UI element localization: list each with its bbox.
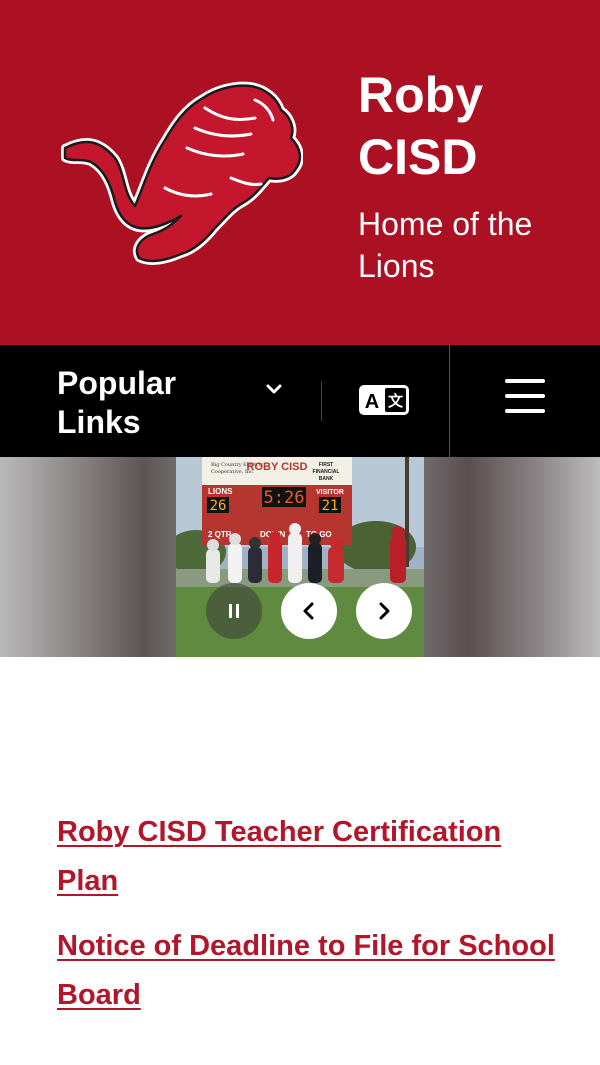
chevron-right-icon — [379, 602, 390, 620]
hamburger-menu-icon[interactable] — [505, 379, 545, 419]
scoreboard-clock: 5:26 — [264, 488, 305, 508]
scoreboard-visitor-score: 21 — [322, 498, 339, 514]
site-title[interactable]: Roby CISD — [358, 64, 578, 188]
svg-text:文: 文 — [388, 392, 404, 410]
slider-previous-button[interactable] — [281, 583, 337, 639]
top-navbar: Popular Links A 文 — [0, 345, 600, 457]
site-header: Roby CISD Home of the Lions — [0, 0, 600, 345]
chevron-left-icon — [303, 602, 314, 620]
scoreboard-title: ROBY CISD — [247, 461, 308, 473]
translate-icon[interactable]: A 文 — [358, 383, 412, 419]
lion-logo[interactable] — [55, 78, 303, 270]
popular-links-label: Popular Links — [57, 365, 177, 440]
photo-slider: Big Country Electric Cooperative, Inc. R… — [0, 457, 600, 657]
nav-divider — [321, 381, 322, 421]
announcements-list: Roby CISD Teacher Certification Plan Not… — [57, 808, 557, 1036]
svg-text:FIRST: FIRST — [319, 462, 333, 468]
nav-divider — [449, 345, 450, 457]
pause-icon — [229, 604, 239, 618]
slider-next-button[interactable] — [356, 583, 412, 639]
chevron-down-icon — [266, 384, 282, 394]
scoreboard-quarter: 2 QTR — [208, 530, 232, 539]
site-tagline: Home of the Lions — [358, 206, 533, 284]
scoreboard-visitor-label: VISITOR — [316, 489, 344, 496]
scoreboard-home-score: 26 — [210, 498, 227, 514]
svg-text:FINANCIAL: FINANCIAL — [313, 469, 340, 475]
scoreboard-home-label: LIONS — [208, 487, 233, 496]
popular-links-dropdown[interactable]: Popular Links — [0, 345, 320, 457]
slider-pause-button[interactable] — [206, 583, 262, 639]
svg-text:A: A — [365, 391, 379, 413]
svg-text:BANK: BANK — [319, 476, 334, 482]
announcement-link-school-board-deadline[interactable]: Notice of Deadline to File for School Bo… — [57, 922, 557, 1020]
announcement-link-teacher-certification[interactable]: Roby CISD Teacher Certification Plan — [57, 808, 557, 906]
